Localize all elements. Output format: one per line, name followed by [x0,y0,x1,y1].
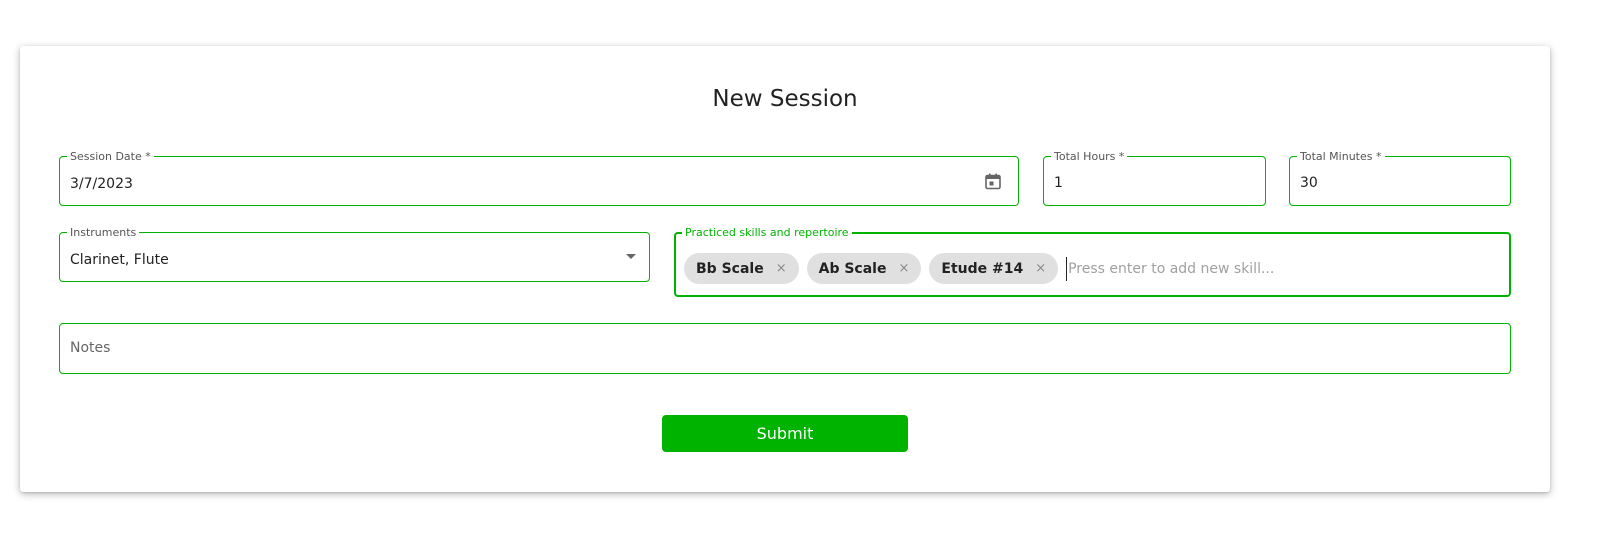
instruments-select[interactable]: Instruments Clarinet, Flute [59,226,650,282]
new-session-card: New Session Session Date * 3/7/2023 Tota… [20,46,1550,492]
notes-field[interactable]: Notes [59,323,1511,374]
submit-button[interactable]: Submit [662,415,908,452]
instruments-value: Clarinet, Flute [70,252,169,268]
page-title: New Session [712,86,858,112]
skill-chips: Bb Scale × Ab Scale × Etude #14 × [684,253,1367,284]
skill-chip[interactable]: Bb Scale × [684,253,799,284]
calendar-icon[interactable] [985,173,1001,190]
close-icon[interactable]: × [776,261,787,276]
chevron-down-icon[interactable] [626,254,636,259]
notes-placeholder: Notes [70,340,111,356]
close-icon[interactable]: × [1035,261,1046,276]
skill-chip-label: Bb Scale [696,260,764,277]
skill-chip[interactable]: Etude #14 × [929,253,1059,284]
session-date-value[interactable]: 3/7/2023 [70,176,133,192]
total-minutes-label: Total Minutes * [1297,150,1385,163]
total-hours-label: Total Hours * [1051,150,1128,163]
total-minutes-value[interactable]: 30 [1300,175,1318,191]
total-minutes-field[interactable]: Total Minutes * 30 [1289,150,1511,206]
skills-label: Practiced skills and repertoire [682,226,852,239]
skill-chip-label: Ab Scale [818,260,887,277]
skill-chip[interactable]: Ab Scale × [806,253,922,284]
total-hours-field[interactable]: Total Hours * 1 [1043,150,1266,206]
total-hours-value[interactable]: 1 [1054,175,1063,191]
skills-field[interactable]: Practiced skills and repertoire Bb Scale… [674,226,1511,297]
instruments-label: Instruments [67,226,140,239]
session-date-label: Session Date * [67,150,154,163]
skill-chip-label: Etude #14 [941,260,1024,277]
skill-input[interactable] [1066,256,1367,281]
session-date-field[interactable]: Session Date * 3/7/2023 [59,150,1019,206]
close-icon[interactable]: × [898,261,909,276]
